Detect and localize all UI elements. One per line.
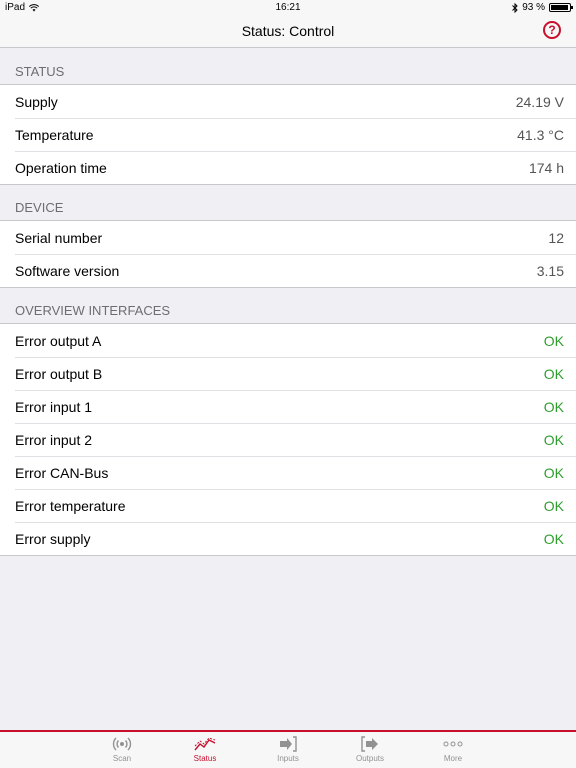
status-ok-value: OK	[543, 365, 564, 382]
more-dots-icon	[423, 736, 483, 754]
bluetooth-icon	[512, 2, 518, 13]
row-label: Serial number	[15, 229, 103, 246]
battery-percent: 93 %	[522, 2, 545, 13]
tab-label: Status	[193, 754, 217, 763]
chart-line-icon	[175, 736, 235, 754]
tab-bar: Scan Status Inputs Outputs More	[0, 730, 576, 768]
row-label: Error CAN-Bus	[15, 464, 109, 481]
section-group: Error output A OK Error output B OK Error in…	[0, 324, 576, 556]
row-value: 41.3 °C	[517, 126, 564, 143]
broadcast-icon	[92, 736, 152, 754]
row-label: Temperature	[15, 126, 94, 143]
status-ok-value: OK	[543, 332, 564, 349]
input-arrow-icon	[258, 736, 318, 754]
status-bar: iPad 16:21 93 %	[0, 0, 576, 16]
page-title: Status: Control	[241, 23, 335, 39]
table-row: Error input 2 OK	[0, 423, 576, 456]
status-ok-value: OK	[543, 398, 564, 415]
row-label: Operation time	[15, 159, 107, 176]
table-row: Error input 1 OK	[0, 390, 576, 423]
row-value: 174 h	[528, 159, 564, 176]
status-ok-value: OK	[543, 431, 564, 448]
table-row: Operation time 174 h	[0, 151, 576, 184]
row-value: 3.15	[536, 262, 564, 279]
output-arrow-icon	[340, 736, 400, 754]
table-row: Error output B OK	[0, 357, 576, 390]
row-value: 12	[548, 229, 564, 246]
row-label: Error output A	[15, 332, 102, 349]
tab-label: Scan	[112, 754, 132, 763]
table-row: Serial number 12	[0, 221, 576, 254]
table-row: Error CAN-Bus OK	[0, 456, 576, 489]
tab-more[interactable]: More	[423, 736, 483, 763]
tab-inputs[interactable]: Inputs	[258, 736, 318, 763]
tab-label: Outputs	[355, 754, 384, 763]
row-label: Software version	[15, 262, 120, 279]
battery-fill	[551, 5, 568, 10]
status-ok-value: OK	[543, 464, 564, 481]
row-label: Supply	[15, 93, 58, 110]
row-label: Error temperature	[15, 497, 126, 514]
tab-outputs[interactable]: Outputs	[340, 736, 400, 763]
navigation-bar: Status: Control ?	[0, 16, 576, 48]
table-row: Error output A OK	[0, 324, 576, 357]
row-label: Error input 2	[15, 431, 93, 448]
table-row: Temperature 41.3 °C	[0, 118, 576, 151]
status-ok-value: OK	[543, 497, 564, 514]
tab-label: Inputs	[277, 754, 299, 763]
tab-status[interactable]: Status	[175, 736, 235, 763]
status-bar-right: 93 %	[512, 2, 573, 13]
row-label: Error input 1	[15, 398, 93, 415]
section-group: Supply 24.19 V Temperature 41.3 °C Operation…	[0, 85, 576, 185]
table-row: Supply 24.19 V	[0, 85, 576, 118]
tab-label: More	[443, 754, 463, 763]
tab-scan[interactable]: Scan	[92, 736, 152, 763]
section-header: OVERVIEW INTERFACES	[0, 288, 576, 324]
battery-icon	[549, 3, 573, 12]
row-label: Error supply	[15, 530, 91, 547]
section-group: Serial number 12 Software version 3.15	[0, 221, 576, 288]
status-list: STATUS Supply 24.19 V Temperature 41.3 °C Ope…	[0, 49, 576, 556]
help-button[interactable]: ?	[543, 21, 561, 39]
clock: 16:21	[275, 2, 301, 13]
row-label: Error output B	[15, 365, 103, 382]
table-row: Software version 3.15	[0, 254, 576, 287]
row-value: 24.19 V	[515, 93, 564, 110]
table-row: Error supply OK	[0, 522, 576, 555]
table-row: Error temperature OK	[0, 489, 576, 522]
section-header: DEVICE	[0, 185, 576, 221]
status-ok-value: OK	[543, 530, 564, 547]
section-header: STATUS	[0, 49, 576, 85]
